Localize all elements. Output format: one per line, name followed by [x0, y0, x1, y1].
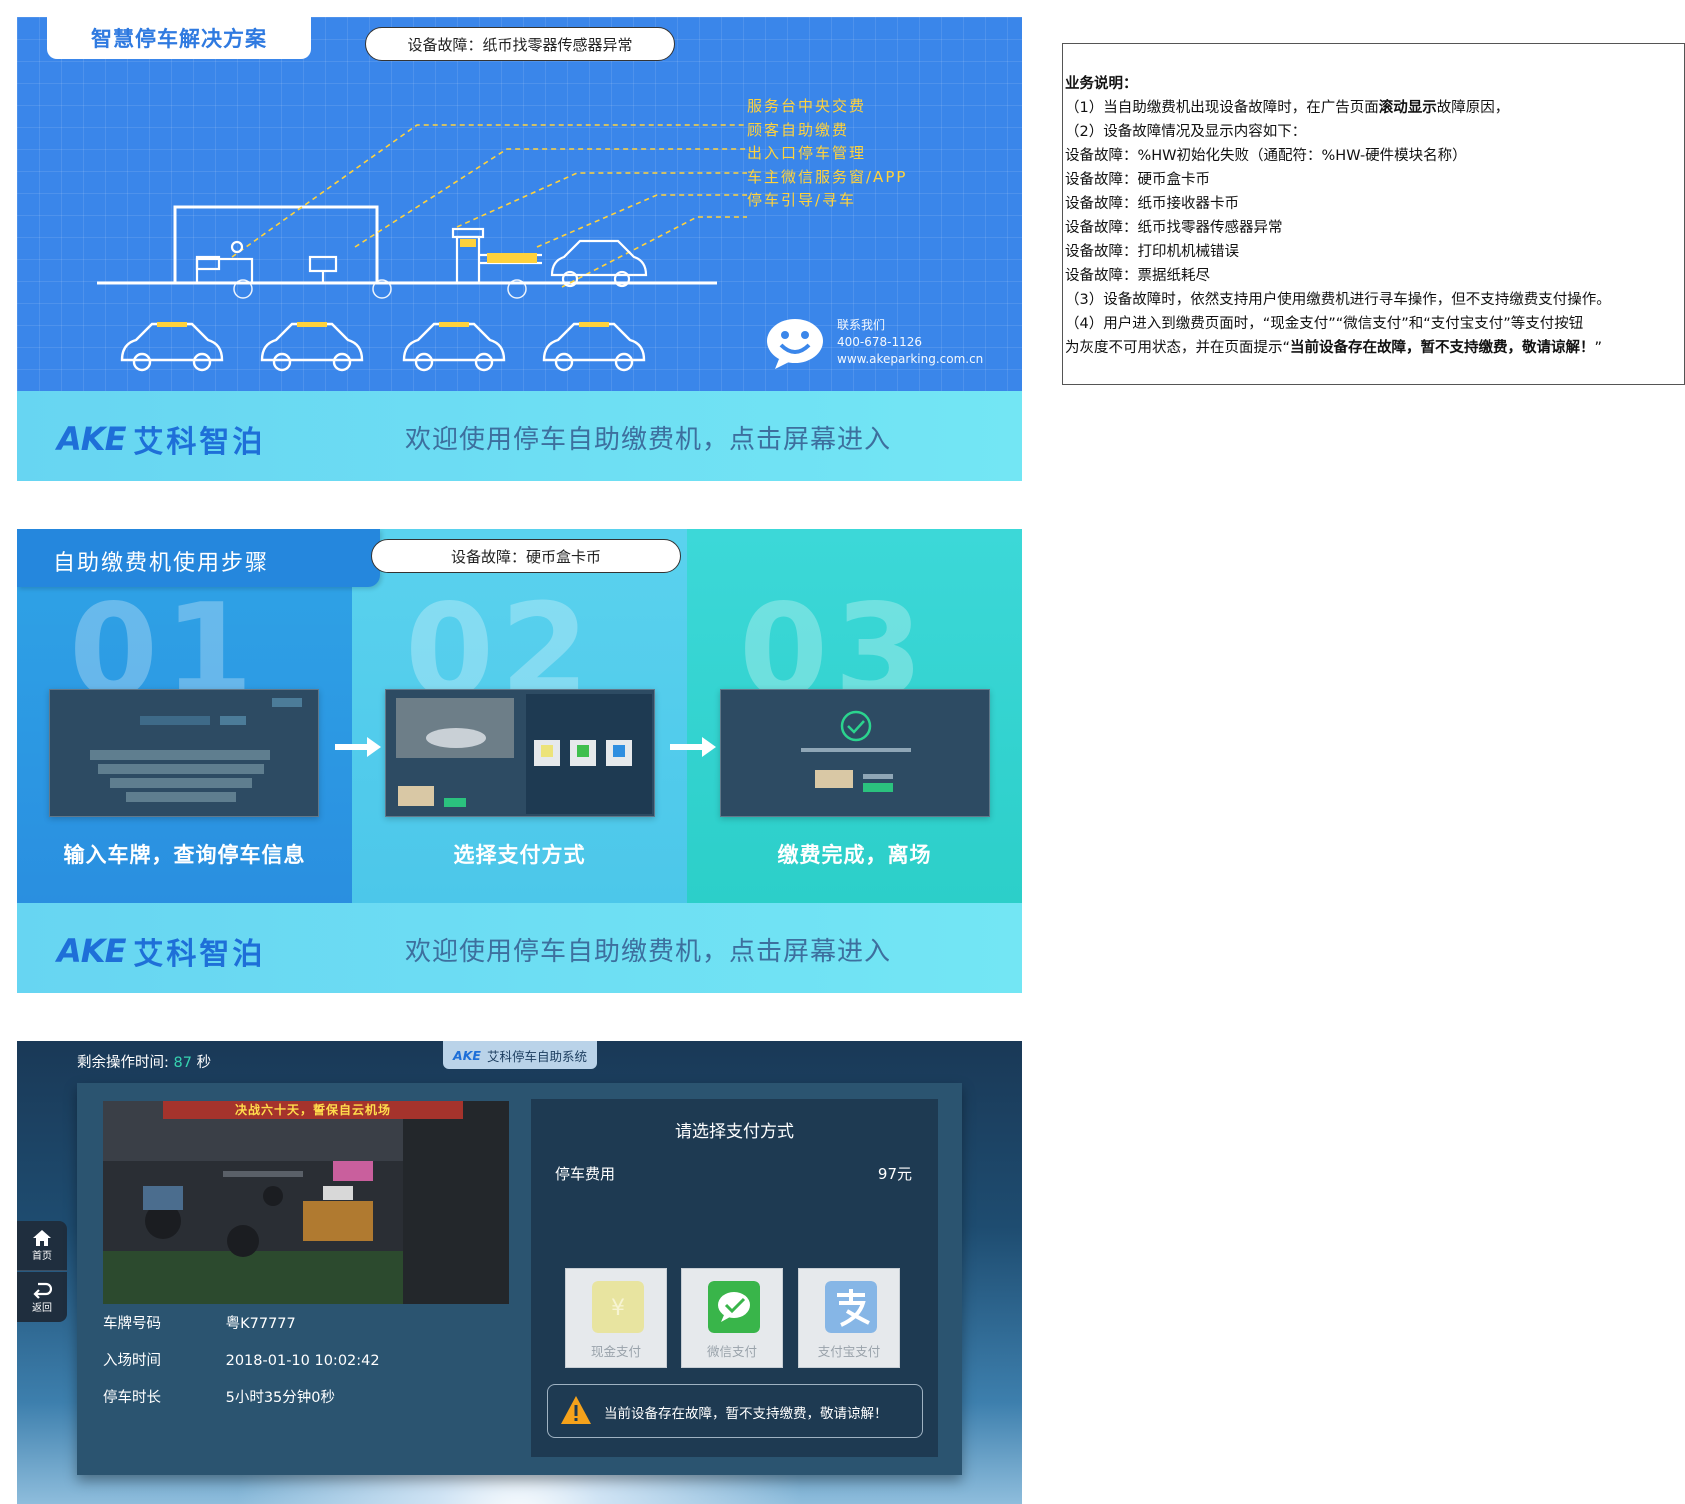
plate-input-screenshot — [49, 689, 319, 817]
ake-logo: AKE — [57, 420, 126, 458]
payment-method-card: 请选择支付方式 停车费用 97元 ¥ 现金支付 微信支付 支付宝支付 当前设备存… — [531, 1099, 938, 1457]
back-button[interactable]: 返回 — [17, 1272, 67, 1322]
step-label: 选择支付方式 — [453, 843, 586, 867]
smiley-chat-icon — [767, 319, 823, 369]
entry-time-value: 2018-01-10 10:02:42 — [225, 1353, 380, 1369]
welcome-text: 欢迎使用停车自助缴费机，点击屏幕进入 — [405, 937, 892, 967]
timer-unit: 秒 — [196, 1055, 212, 1071]
alipay-icon — [825, 1281, 877, 1333]
service-list: 服务台中央交费 顾客自助缴费 出入口停车管理 车主微信服务窗/APP 停车引导/… — [747, 95, 907, 213]
system-title-tab: AKE 艾科停车自助系统 — [443, 1041, 597, 1069]
service-item: 出入口停车管理 — [747, 144, 867, 162]
payment-done-screenshot — [720, 689, 990, 817]
fault-item: 设备故障：%HW初始化失败（通配符：%HW-硬件模块名称） — [1065, 148, 1467, 164]
timer-label: 剩余操作时间: — [77, 1055, 169, 1071]
advert-title-tab: 智慧停车解决方案 — [47, 17, 311, 59]
entry-time-row: 入场时间 2018-01-10 10:02:42 — [103, 1349, 380, 1370]
ake-logo: AKE — [57, 932, 126, 970]
payment-select-screenshot — [385, 689, 655, 817]
step-label: 输入车牌，查询停车信息 — [63, 843, 306, 867]
notes-line: 为灰度不可用状态，并在页面提示“当前设备存在故障，暂不支持缴费，敬请谅解！” — [1065, 340, 1603, 356]
steps-title-tab: 自助缴费机使用步骤 — [17, 529, 380, 587]
contact-phone: 400-678-1126 — [837, 335, 923, 349]
welcome-text: 欢迎使用停车自助缴费机，点击屏幕进入 — [405, 425, 892, 455]
brand-bar[interactable]: AKE 艾科智泊 欢迎使用停车自助缴费机，点击屏幕进入 — [17, 903, 1022, 993]
alipay-button[interactable]: 支付宝支付 — [798, 1268, 900, 1368]
home-label: 首页 — [32, 1251, 52, 1262]
service-item: 车主微信服务窗/APP — [747, 167, 908, 186]
notes-line: （3）设备故障时，依然支持用户使用缴费机进行寻车操作，但不支持缴费支付操作。 — [1065, 292, 1611, 308]
system-name: 艾科停车自助系统 — [486, 1048, 587, 1064]
ake-logo: AKE — [453, 1047, 481, 1063]
notes-line: （4）用户进入到缴费页面时，“现金支付”“微信支付”和“支付宝支付”等支付按钮 — [1065, 316, 1584, 332]
notes-line: （1）当自助缴费机出现设备故障时，在广告页面滚动显示故障原因， — [1065, 100, 1510, 116]
payment-title: 请选择支付方式 — [675, 1122, 794, 1142]
cash-pay-label: 现金支付 — [590, 1344, 641, 1359]
fault-item: 设备故障：票据纸耗尽 — [1065, 268, 1210, 284]
remaining-time: 剩余操作时间: 87 秒 — [77, 1051, 211, 1072]
contact-info: 联系我们 400-678-1126 www.akeparking.com.cn — [837, 317, 983, 368]
parked-cars-row — [120, 322, 646, 372]
plate-label: 车牌号码 — [103, 1316, 161, 1332]
steps-title: 自助缴费机使用步骤 — [53, 551, 270, 576]
camera-snapshot: 决战六十天，誓保自云机场 — [103, 1101, 509, 1304]
advert-screen-panel[interactable]: 智慧停车解决方案 设备故障：纸币找零器传感器异常 服务台中央交费 顾客自助缴费 … — [17, 17, 1022, 481]
brand-name: 艾科智泊 — [133, 937, 266, 972]
cash-pay-button[interactable]: ¥ 现金支付 — [565, 1268, 667, 1368]
device-fault-marquee: 设备故障：纸币找零器传感器异常 — [365, 27, 675, 61]
home-icon — [33, 1230, 51, 1246]
usage-steps-panel[interactable]: 01 02 03 自助缴费机使用步骤 设备故障：硬币盒卡币 输入车牌，查询停车信… — [17, 529, 1022, 993]
step-label: 缴费完成，离场 — [777, 843, 932, 867]
payment-page-illustration — [396, 694, 652, 814]
business-notes-box: 业务说明： （1）当自助缴费机出现设备故障时，在广告页面滚动显示故障原因， （2… — [1062, 43, 1685, 385]
fee-value: 97元 — [877, 1165, 912, 1183]
service-item: 停车引导/寻车 — [747, 191, 857, 209]
duration-value: 5小时35分钟0秒 — [225, 1390, 336, 1406]
parking-illustration — [97, 124, 747, 299]
back-label: 返回 — [32, 1302, 52, 1314]
entry-photo — [103, 1101, 509, 1304]
duration-row: 停车时长 5小时35分钟0秒 — [103, 1386, 335, 1407]
fault-message: 当前设备存在故障，暂不支持缴费，敬请谅解！ — [604, 1406, 888, 1422]
notes-line: （2）设备故障情况及显示内容如下： — [1065, 124, 1307, 140]
fault-item: 设备故障：纸币接收器卡币 — [1065, 196, 1239, 212]
fee-label: 停车费用 — [555, 1165, 616, 1183]
device-fault-marquee: 设备故障：硬币盒卡币 — [371, 539, 681, 573]
alipay-label: 支付宝支付 — [817, 1344, 881, 1359]
arrow-right-icon — [335, 737, 381, 757]
service-item: 服务台中央交费 — [747, 97, 867, 115]
fault-item: 设备故障：纸币找零器传感器异常 — [1065, 220, 1283, 236]
camera-banner-text: 决战六十天，誓保自云机场 — [163, 1101, 463, 1119]
entry-time-label: 入场时间 — [103, 1353, 161, 1369]
wechat-icon — [708, 1281, 760, 1333]
success-page-illustration — [801, 710, 911, 792]
plate-value: 粤K77777 — [225, 1316, 296, 1332]
brand-logo: AKE 艾科智泊 — [57, 929, 265, 973]
payment-screen-panel: 剩余操作时间: 87 秒 AKE 艾科停车自助系统 首页 返回 决战六十天，誓保… — [17, 1041, 1022, 1504]
cash-icon: ¥ — [592, 1281, 644, 1333]
fault-item: 设备故障：打印机机械错误 — [1065, 244, 1239, 260]
advert-title: 智慧停车解决方案 — [91, 27, 267, 51]
timer-value: 87 — [173, 1055, 192, 1071]
plate-row: 车牌号码 粤K77777 — [103, 1312, 296, 1333]
contact-label: 联系我们 — [837, 318, 886, 332]
service-item: 顾客自助缴费 — [747, 120, 850, 139]
brand-logo: AKE 艾科智泊 — [57, 417, 265, 461]
fault-notice: 当前设备存在故障，暂不支持缴费，敬请谅解！ — [547, 1384, 923, 1438]
wechat-pay-label: 微信支付 — [706, 1344, 757, 1359]
parking-info-card: 决战六十天，誓保自云机场 车牌号码 粤K77777 入场时间 2018-01-1… — [77, 1083, 962, 1475]
brand-name: 艾科智泊 — [133, 425, 266, 460]
wechat-pay-button[interactable]: 微信支付 — [681, 1268, 783, 1368]
contact-website: www.akeparking.com.cn — [837, 352, 984, 366]
fault-item: 设备故障：硬币盒卡币 — [1065, 172, 1210, 188]
brand-bar[interactable]: AKE 艾科智泊 欢迎使用停车自助缴费机，点击屏幕进入 — [17, 391, 1022, 481]
duration-label: 停车时长 — [103, 1390, 161, 1406]
warning-icon — [561, 1396, 591, 1424]
notes-heading: 业务说明： — [1065, 76, 1138, 92]
arrow-right-icon — [670, 737, 716, 757]
home-button[interactable]: 首页 — [17, 1221, 67, 1271]
keyboard-illustration — [90, 698, 302, 802]
svg-text:¥: ¥ — [611, 1296, 625, 1321]
back-icon — [33, 1282, 52, 1299]
